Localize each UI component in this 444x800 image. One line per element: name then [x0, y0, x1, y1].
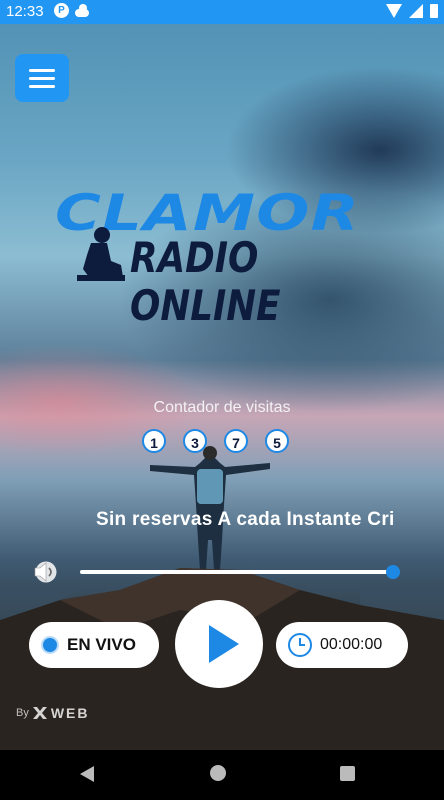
menu-button[interactable] [15, 54, 69, 102]
developer-credit: By WEB [16, 705, 90, 721]
signal-icon [409, 4, 423, 18]
x-logo-icon [32, 707, 47, 719]
play-button[interactable] [175, 600, 263, 688]
recents-icon[interactable] [340, 766, 355, 781]
live-indicator-icon [43, 638, 57, 652]
visits-digit: 1 [142, 429, 166, 453]
battery-icon [430, 4, 438, 18]
speaker-icon[interactable] [31, 561, 61, 583]
visits-digit: 3 [183, 429, 207, 453]
visits-counter: 1 3 7 5 [142, 429, 289, 453]
visits-digit: 5 [265, 429, 289, 453]
now-playing-title: Sin reservas A cada Instante Cri [96, 509, 395, 530]
back-icon[interactable] [80, 766, 94, 782]
live-label: EN VIVO [67, 635, 136, 654]
credit-brand: WEB [50, 705, 90, 721]
android-nav-bar [0, 750, 444, 800]
timer-display: 00:00:00 [276, 622, 408, 668]
notification-app-icon: P [54, 3, 69, 18]
clock-icon [288, 633, 312, 657]
volume-slider-thumb[interactable] [386, 565, 400, 579]
logo-subtitle: RADIO ONLINE [130, 233, 281, 330]
timer-value: 00:00:00 [320, 636, 383, 653]
home-icon[interactable] [210, 765, 226, 781]
wifi-icon [386, 4, 402, 18]
status-time: 12:33 [6, 3, 44, 20]
praying-figure-icon [77, 227, 125, 281]
logo: CLAMOR RADIO ONLINE [55, 188, 385, 330]
play-icon [209, 625, 239, 663]
visits-label: Contador de visitas [153, 399, 291, 416]
status-bar: 12:33 P [0, 0, 444, 24]
cloud-icon [75, 3, 89, 17]
credit-by: By [16, 707, 29, 719]
live-button[interactable]: EN VIVO [29, 622, 159, 668]
visits-digit: 7 [224, 429, 248, 453]
volume-slider[interactable] [80, 565, 400, 579]
person-silhouette [150, 446, 270, 570]
